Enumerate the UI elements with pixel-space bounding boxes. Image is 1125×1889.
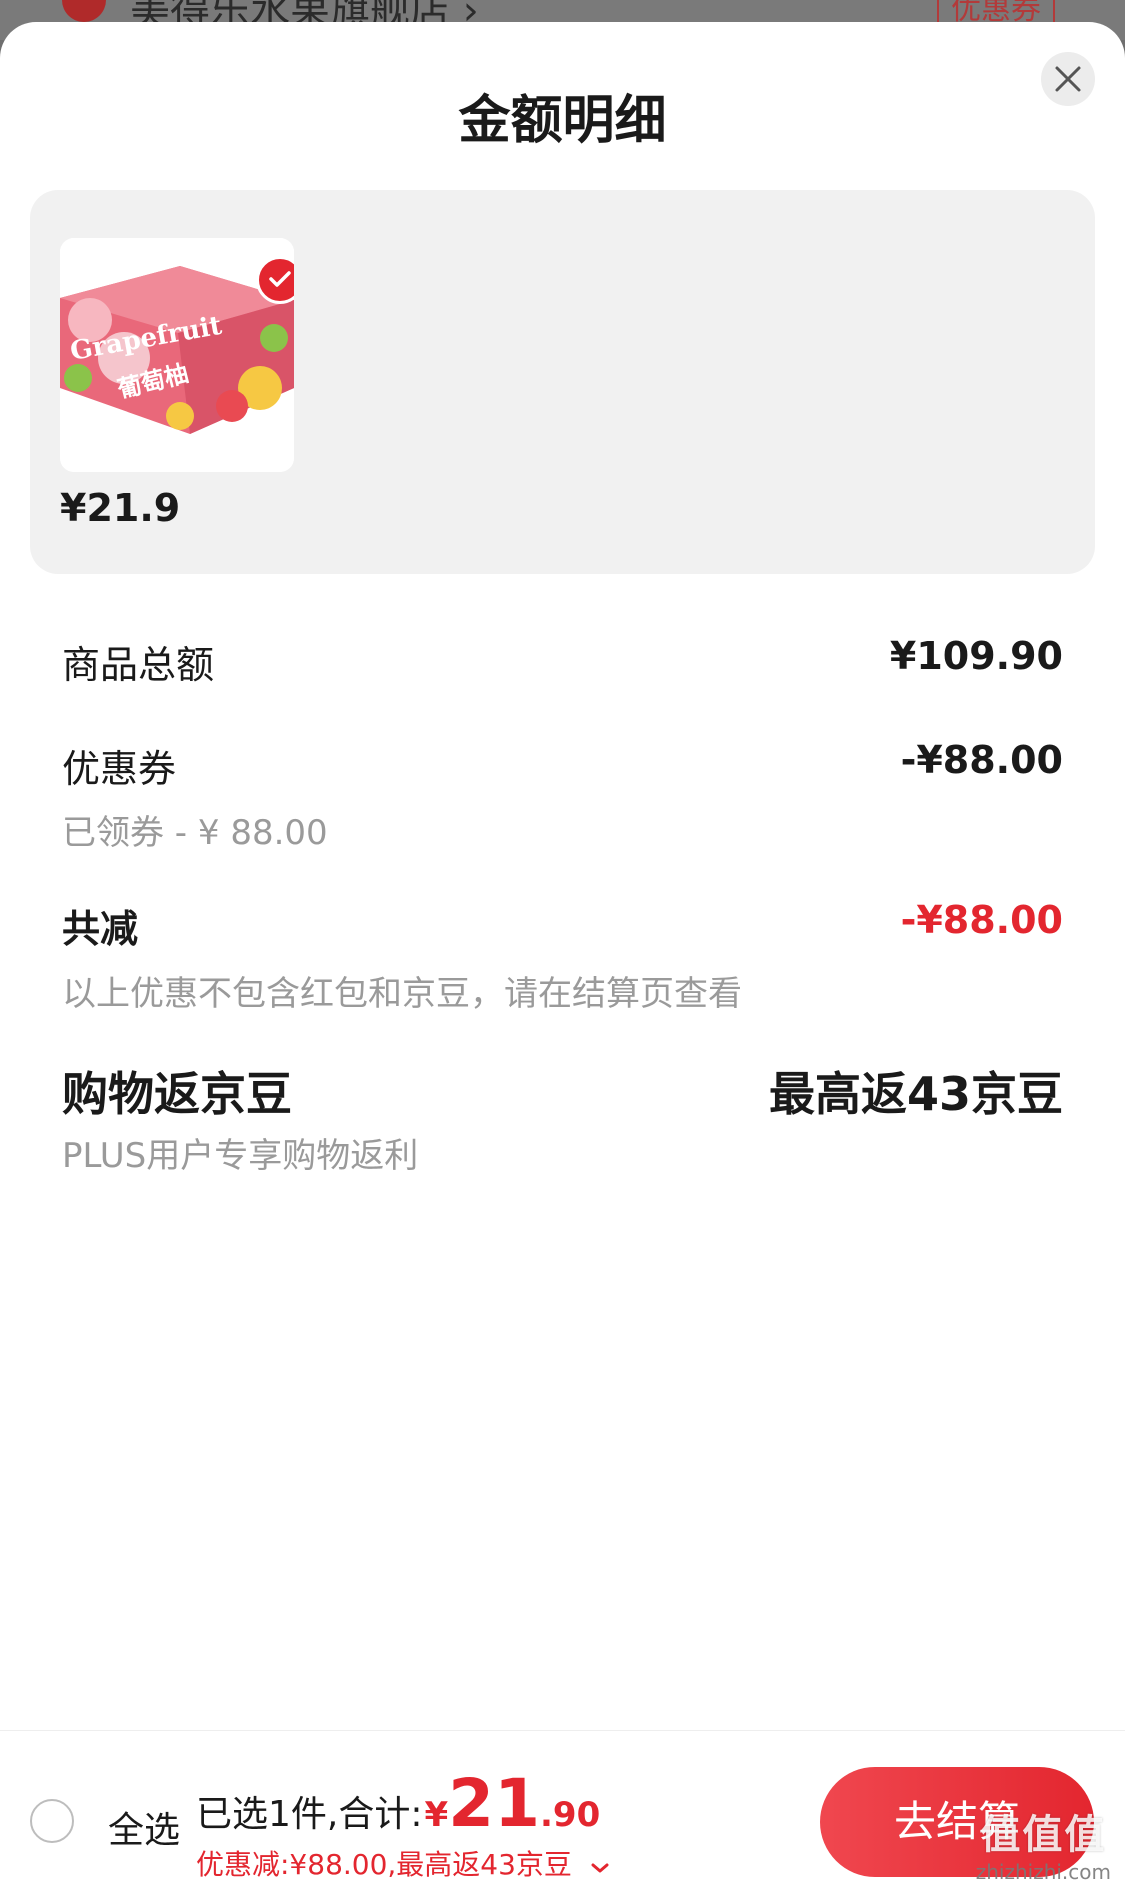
amount-detail-sheet: 金额明细 Grapefruit 葡萄柚 ¥21.9 商品总额 ¥109.90 优… <box>0 22 1125 1889</box>
product-card: Grapefruit 葡萄柚 ¥21.9 <box>30 190 1095 574</box>
close-button[interactable] <box>1041 52 1095 106</box>
total-reduction-label: 共减 <box>62 907 139 951</box>
background-store-check-icon <box>62 0 106 22</box>
select-all-label[interactable]: 全选 <box>108 1801 180 1853</box>
total-reduction-note: 以上优惠不包含红包和京豆，请在结算页查看 <box>62 974 742 1014</box>
total-integer: 21 <box>448 1765 541 1842</box>
product-price: ¥21.9 <box>60 486 181 530</box>
jingdou-label: 购物返京豆 <box>62 1067 292 1121</box>
select-all-radio[interactable] <box>30 1799 74 1843</box>
watermark-logo: 值值值 <box>980 1812 1107 1858</box>
product-thumbnail[interactable]: Grapefruit 葡萄柚 <box>60 238 294 472</box>
discount-detail-toggle[interactable]: 优惠减:¥88.00,最高返43京豆 <box>196 1843 609 1883</box>
coupon-value: -¥88.00 <box>900 738 1063 782</box>
total-reduction-value: -¥88.00 <box>900 898 1063 942</box>
goods-total-label: 商品总额 <box>62 643 215 687</box>
selected-summary: 已选1件,合计: ¥ 21 .90 <box>196 1771 600 1837</box>
watermark: 值值值 zhizhizhi.com <box>976 1802 1111 1884</box>
checkout-bar: 全选 已选1件,合计: ¥ 21 .90 优惠减:¥88.00,最高返43京豆 … <box>0 1730 1125 1889</box>
chevron-down-icon <box>591 1848 609 1881</box>
sheet-title: 金额明细 <box>458 91 667 151</box>
total-decimal: .90 <box>540 1795 601 1835</box>
discount-detail-text: 优惠减:¥88.00,最高返43京豆 <box>196 1848 572 1881</box>
total-currency: ¥ <box>424 1795 449 1835</box>
jingdou-sub-text: PLUS用户专享购物返利 <box>62 1136 419 1176</box>
check-icon <box>269 271 291 287</box>
watermark-url: zhizhizhi.com <box>975 1860 1111 1884</box>
selected-summary-text: 已选1件,合计: <box>196 1794 423 1835</box>
coupon-sub-text: 已领券 - ¥ 88.00 <box>62 813 328 853</box>
coupon-label: 优惠券 <box>62 747 177 791</box>
close-icon <box>1055 66 1081 92</box>
goods-total-value: ¥109.90 <box>889 634 1063 678</box>
jingdou-value: 最高返43京豆 <box>768 1067 1063 1121</box>
